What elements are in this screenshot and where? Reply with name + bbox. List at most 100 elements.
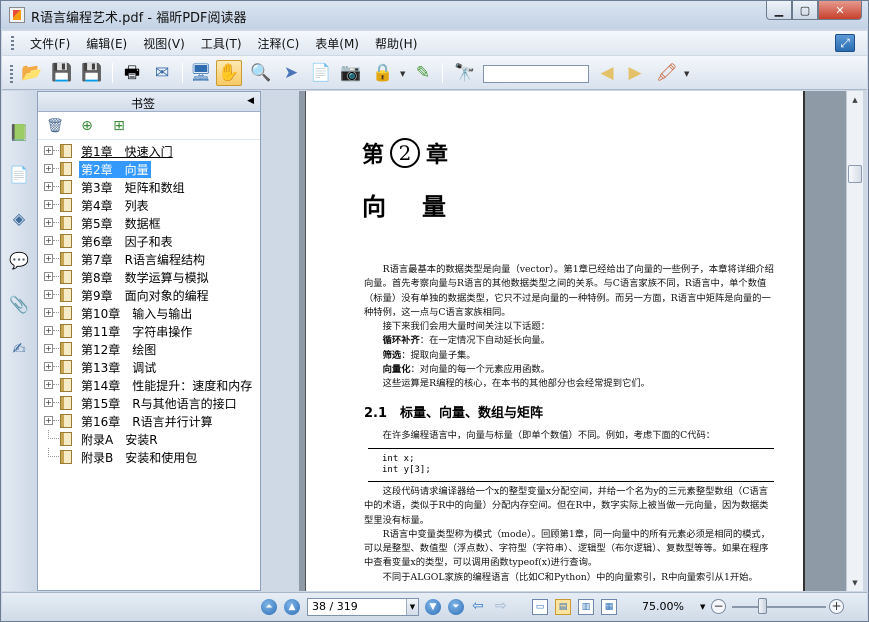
expand-icon[interactable]: + xyxy=(44,254,53,263)
bookmark-item[interactable]: + 第4章 列表 xyxy=(38,196,260,214)
expand-icon[interactable]: + xyxy=(44,200,53,209)
text-select-icon[interactable]: 📄 xyxy=(308,60,334,86)
bookmark-item[interactable]: 附录B 安装和使用包 xyxy=(38,448,260,466)
pen-icon[interactable]: ✎ xyxy=(410,60,436,86)
zoom-slider-thumb[interactable] xyxy=(758,598,767,614)
expand-icon[interactable]: + xyxy=(44,308,53,317)
bookmark-item[interactable]: + 第2章 向量 xyxy=(38,160,260,178)
save-icon[interactable]: 💾 xyxy=(49,60,75,86)
print-icon[interactable]: 🖶 xyxy=(119,60,145,86)
expand-window-icon[interactable]: ⤢ xyxy=(835,34,855,52)
expand-icon[interactable]: + xyxy=(44,362,53,371)
layers-panel-icon[interactable]: ◈ xyxy=(8,207,30,229)
zoom-slider-track[interactable] xyxy=(732,606,826,608)
menu-tools[interactable]: 工具(T) xyxy=(193,35,250,52)
page-dropdown-arrow-icon[interactable]: ▼ xyxy=(406,599,418,615)
single-page-view-icon[interactable]: ▭ xyxy=(532,599,548,615)
bookmark-label[interactable]: 第4章 列表 xyxy=(79,197,151,214)
expand-icon[interactable]: + xyxy=(44,380,53,389)
scroll-thumb[interactable] xyxy=(848,165,862,183)
bookmark-item[interactable]: + 第8章 数学运算与模拟 xyxy=(38,268,260,286)
bookmark-label[interactable]: 第16章 R语言并行计算 xyxy=(79,413,215,430)
page-number-input[interactable]: 38 / 319 ▼ xyxy=(307,598,419,616)
bookmark-label[interactable]: 第2章 向量 xyxy=(79,161,151,178)
expand-icon[interactable]: + xyxy=(44,290,53,299)
expand-icon[interactable]: + xyxy=(44,272,53,281)
expand-icon[interactable]: + xyxy=(44,218,53,227)
bookmark-item[interactable]: 附录A 安装R xyxy=(38,430,260,448)
comments-panel-icon[interactable]: 💬 xyxy=(8,249,30,271)
bookmark-item[interactable]: + 第10章 输入与输出 xyxy=(38,304,260,322)
search-input[interactable] xyxy=(483,65,589,83)
zoom-level[interactable]: 75.00% xyxy=(642,600,684,613)
hand-tool-icon[interactable]: ✋ xyxy=(216,60,242,86)
bookmark-label[interactable]: 第11章 字符串操作 xyxy=(79,323,194,340)
bookmark-item[interactable]: + 第6章 因子和表 xyxy=(38,232,260,250)
bookmark-label[interactable]: 第10章 输入与输出 xyxy=(79,305,194,322)
rms-dropdown-arrow-icon[interactable]: ▼ xyxy=(400,70,405,78)
search-prev-icon[interactable]: ◀ xyxy=(594,60,620,86)
menu-comment[interactable]: 注释(C) xyxy=(250,35,308,52)
bookmark-item[interactable]: + 第1章 快速入门 xyxy=(38,142,260,160)
menu-help[interactable]: 帮助(H) xyxy=(367,35,425,52)
maximize-button[interactable]: ▢ xyxy=(792,1,818,20)
bookmark-label[interactable]: 第3章 矩阵和数组 xyxy=(79,179,187,196)
first-page-icon[interactable]: ⏶ xyxy=(261,599,277,615)
menu-view[interactable]: 视图(V) xyxy=(135,35,193,52)
delete-bookmark-icon[interactable]: 🗑 xyxy=(46,117,64,135)
bookmark-item[interactable]: + 第9章 面向对象的编程 xyxy=(38,286,260,304)
zoom-out-icon[interactable]: − xyxy=(711,599,726,614)
pages-panel-icon[interactable]: 📄 xyxy=(8,163,30,185)
binoculars-icon[interactable]: 🔭 xyxy=(452,60,478,86)
snapshot-icon[interactable]: 📷 xyxy=(338,60,364,86)
expand-icon[interactable]: + xyxy=(44,236,53,245)
bookmark-label[interactable]: 第1章 快速入门 xyxy=(79,143,175,160)
attachments-panel-icon[interactable]: 📎 xyxy=(8,293,30,315)
bookmark-label[interactable]: 第14章 性能提升：速度和内存 xyxy=(79,377,254,394)
zoom-in-icon[interactable]: + xyxy=(829,599,844,614)
expand-icon[interactable]: + xyxy=(44,146,53,155)
panel-splitter[interactable] xyxy=(263,91,299,591)
bookmark-item[interactable]: + 第13章 调试 xyxy=(38,358,260,376)
expand-icon[interactable]: + xyxy=(44,326,53,335)
bookmark-item[interactable]: + 第12章 绘图 xyxy=(38,340,260,358)
last-page-icon[interactable]: ⏷ xyxy=(448,599,464,615)
bookmark-label[interactable]: 第7章 R语言编程结构 xyxy=(79,251,207,268)
save-as-icon[interactable]: 💾 xyxy=(79,60,105,86)
bookmark-label[interactable]: 第5章 数据框 xyxy=(79,215,163,232)
expand-icon[interactable]: + xyxy=(44,182,53,191)
next-page-icon[interactable]: ▼ xyxy=(425,599,441,615)
email-icon[interactable]: ✉ xyxy=(149,60,175,86)
menu-file[interactable]: 文件(F) xyxy=(22,35,78,52)
add-child-bookmark-icon[interactable]: ⊞ xyxy=(110,117,128,135)
zoom-dropdown-arrow-icon[interactable]: ▼ xyxy=(700,603,705,611)
continuous-view-icon[interactable]: ▤ xyxy=(555,599,571,615)
previous-page-icon[interactable]: ▲ xyxy=(284,599,300,615)
bookmark-label[interactable]: 第9章 面向对象的编程 xyxy=(79,287,211,304)
signatures-panel-icon[interactable]: ✍ xyxy=(8,337,30,359)
highlight-dropdown-arrow-icon[interactable]: ▼ xyxy=(684,70,689,78)
bookmark-item[interactable]: + 第15章 R与其他语言的接口 xyxy=(38,394,260,412)
expand-icon[interactable]: + xyxy=(44,344,53,353)
expand-icon[interactable]: + xyxy=(44,398,53,407)
bookmark-item[interactable]: + 第5章 数据框 xyxy=(38,214,260,232)
collapse-panel-icon[interactable]: ◀ xyxy=(247,96,254,106)
facing-view-icon[interactable]: ▥ xyxy=(578,599,594,615)
add-bookmark-icon[interactable]: ⊕ xyxy=(78,117,96,135)
bookmark-item[interactable]: + 第7章 R语言编程结构 xyxy=(38,250,260,268)
scroll-down-icon[interactable]: ▼ xyxy=(847,574,863,591)
fullscreen-icon[interactable]: 🖥 xyxy=(188,60,214,86)
document-view[interactable]: 第 2 章 向量 R语言最基本的数据类型是向量（vector）。第1章已经给出了… xyxy=(299,91,846,591)
bookmark-item[interactable]: + 第14章 性能提升：速度和内存 xyxy=(38,376,260,394)
bookmark-label[interactable]: 附录B 安装和使用包 xyxy=(79,449,199,466)
rms-lock-icon[interactable]: 🔒 xyxy=(370,60,396,86)
bookmark-item[interactable]: + 第16章 R语言并行计算 xyxy=(38,412,260,430)
menu-edit[interactable]: 编辑(E) xyxy=(78,35,135,52)
scroll-up-icon[interactable]: ▲ xyxy=(847,91,863,108)
bookmark-label[interactable]: 第6章 因子和表 xyxy=(79,233,175,250)
bookmark-item[interactable]: + 第3章 矩阵和数组 xyxy=(38,178,260,196)
bookmark-label[interactable]: 附录A 安装R xyxy=(79,431,160,448)
expand-icon[interactable]: + xyxy=(44,164,53,173)
expand-icon[interactable]: + xyxy=(44,416,53,425)
select-arrow-icon[interactable]: ➤ xyxy=(278,60,304,86)
